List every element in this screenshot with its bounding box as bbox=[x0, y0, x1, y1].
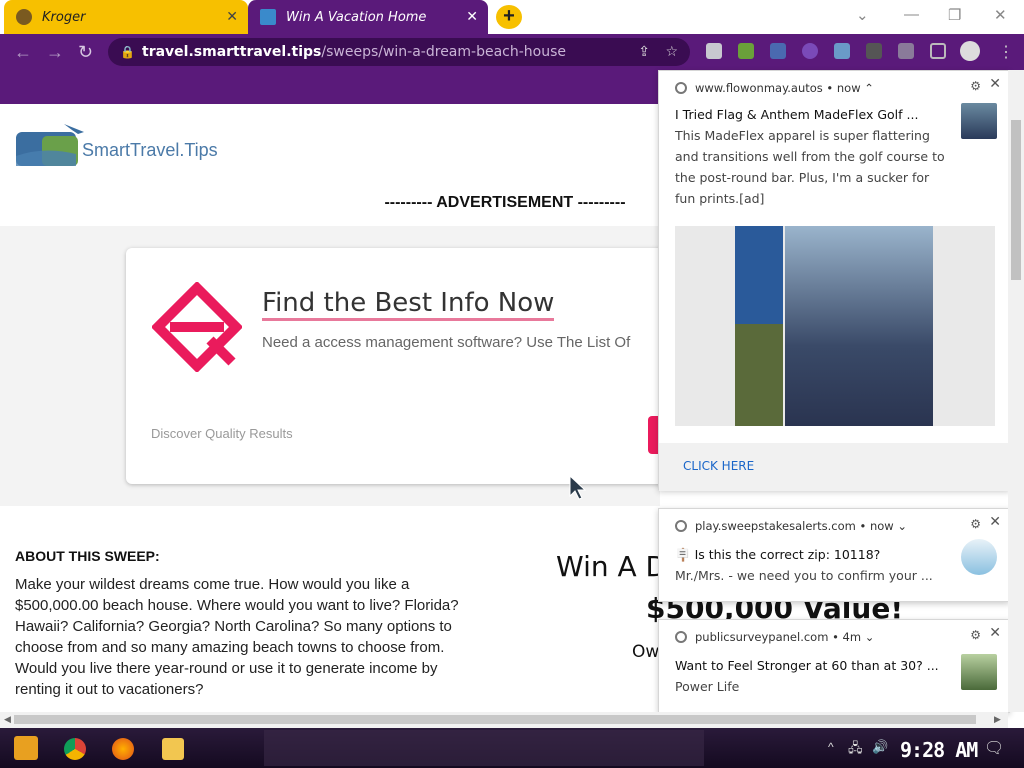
win-owner-text: Ow bbox=[632, 642, 660, 662]
taskbar-preview-area bbox=[264, 730, 704, 766]
notification-title: I Tried Flag & Anthem MadeFlex Golf ... bbox=[675, 107, 919, 122]
extension-icon[interactable] bbox=[834, 43, 850, 59]
close-icon[interactable]: ✕ bbox=[989, 76, 1001, 92]
horizontal-scroll-thumb[interactable] bbox=[14, 715, 976, 724]
extensions-puzzle-icon[interactable] bbox=[898, 43, 914, 59]
forward-icon[interactable]: → bbox=[46, 42, 64, 63]
back-icon[interactable]: ← bbox=[14, 42, 32, 63]
notification-body: Power Life bbox=[675, 679, 740, 694]
notification-flowonmay[interactable]: www.flowonmay.autos • now ⌃ ⚙ ✕ I Tried … bbox=[658, 70, 1010, 491]
click-here-button[interactable]: CLICK HERE bbox=[683, 459, 754, 473]
bookmark-star-icon[interactable]: ☆ bbox=[665, 38, 678, 66]
taskbar-clock[interactable]: 9:28 AM bbox=[900, 738, 978, 762]
notification-source: publicsurveypanel.com • 4m ⌄ bbox=[675, 630, 874, 644]
notification-title: 🪧 Is this the correct zip: 10118? bbox=[675, 547, 881, 562]
close-icon[interactable]: ✕ bbox=[989, 514, 1001, 530]
notification-source: www.flowonmay.autos • now ⌃ bbox=[675, 81, 874, 95]
url-host: travel.smarttravel.tips bbox=[142, 44, 322, 60]
about-text: Make your wildest dreams come true. How … bbox=[15, 576, 459, 698]
chrome-icon bbox=[675, 631, 687, 643]
profile-avatar-icon[interactable] bbox=[960, 41, 980, 61]
side-panel-icon[interactable] bbox=[930, 43, 946, 59]
extension-icon[interactable] bbox=[706, 43, 722, 59]
scroll-right-icon[interactable]: ▶ bbox=[994, 714, 1001, 725]
tab-label: Win A Vacation Home bbox=[286, 9, 427, 25]
url-path: /sweeps/win-a-dream-beach-house bbox=[321, 44, 566, 60]
restore-icon[interactable]: ❐ bbox=[948, 6, 961, 24]
mouse-cursor-icon bbox=[569, 474, 587, 500]
tab-strip: Kroger ✕ Win A Vacation Home ✕ + ⌄ — ❐ ✕ bbox=[0, 0, 1024, 34]
extension-icon[interactable] bbox=[738, 43, 754, 59]
close-tab-icon[interactable]: ✕ bbox=[466, 9, 478, 25]
notification-thumbnail bbox=[961, 539, 997, 575]
notification-source: play.sweepstakesalerts.com • now ⌄ bbox=[675, 519, 907, 533]
extension-icon[interactable] bbox=[802, 43, 818, 59]
address-bar[interactable]: 🔒 travel.smarttravel.tips/sweeps/win-a-d… bbox=[108, 38, 690, 66]
firefox-taskbar-icon[interactable] bbox=[112, 738, 134, 760]
signpost-icon: 🪧 bbox=[675, 547, 691, 562]
gear-icon[interactable]: ⚙ bbox=[970, 79, 981, 93]
chrome-icon bbox=[675, 520, 687, 532]
chrome-icon bbox=[675, 82, 687, 94]
notification-body: This MadeFlex apparel is super flatterin… bbox=[675, 128, 945, 206]
win-title: Win A D bbox=[556, 550, 668, 583]
gear-icon[interactable]: ⚙ bbox=[970, 517, 981, 531]
volume-icon[interactable]: 🔊 bbox=[872, 739, 888, 755]
vertical-scroll-thumb[interactable] bbox=[1011, 120, 1021, 280]
man-photo-image bbox=[785, 226, 933, 426]
extension-icon[interactable] bbox=[770, 43, 786, 59]
close-icon[interactable]: ✕ bbox=[989, 625, 1001, 641]
close-window-icon[interactable]: ✕ bbox=[994, 6, 1007, 24]
file-explorer-taskbar-icon[interactable] bbox=[162, 738, 184, 760]
chrome-taskbar-icon[interactable] bbox=[64, 738, 86, 760]
tab-win-vacation-home[interactable]: Win A Vacation Home ✕ bbox=[248, 0, 488, 34]
ad-title[interactable]: Find the Best Info Now bbox=[262, 288, 555, 321]
tab-kroger[interactable]: Kroger ✕ bbox=[4, 0, 248, 34]
show-hidden-icons-icon[interactable]: ^ bbox=[828, 740, 834, 754]
tab-search-icon[interactable]: ⌄ bbox=[856, 6, 869, 24]
start-button-icon[interactable] bbox=[14, 736, 38, 760]
ad-brand-logo-icon bbox=[152, 282, 242, 372]
scroll-left-icon[interactable]: ◀ bbox=[4, 714, 11, 725]
menu-kebab-icon[interactable]: ⋮ bbox=[998, 42, 1014, 62]
notification-publicsurveypanel[interactable]: publicsurveypanel.com • 4m ⌄ ⚙ ✕ Want to… bbox=[658, 619, 1010, 713]
notification-image bbox=[675, 226, 995, 426]
minimize-icon[interactable]: — bbox=[904, 6, 919, 23]
notification-sweepstakesalerts[interactable]: play.sweepstakesalerts.com • now ⌄ ⚙ ✕ 🪧… bbox=[658, 508, 1010, 602]
network-icon[interactable]: 🖧 bbox=[848, 739, 863, 761]
close-tab-icon[interactable]: ✕ bbox=[226, 9, 238, 25]
notification-thumbnail bbox=[961, 654, 997, 690]
kroger-favicon-icon bbox=[16, 9, 32, 25]
vacation-favicon-icon bbox=[260, 9, 276, 25]
pants-image bbox=[735, 324, 783, 426]
logo-brand-text: SmartTravel.Tips bbox=[82, 140, 218, 160]
advertisement-label: --------- ADVERTISEMENT --------- bbox=[384, 194, 626, 211]
about-heading: ABOUT THIS SWEEP: bbox=[15, 548, 160, 564]
notification-action-bar: CLICK HERE bbox=[659, 443, 1009, 491]
browser-toolbar: ← → ↻ 🔒 travel.smarttravel.tips/sweeps/w… bbox=[0, 34, 1024, 70]
tab-label: Kroger bbox=[42, 9, 86, 25]
gear-icon[interactable]: ⚙ bbox=[970, 628, 981, 642]
ad-footer-text: Discover Quality Results bbox=[151, 426, 293, 441]
extension-icon[interactable] bbox=[866, 43, 882, 59]
notifications-center-icon[interactable]: 🗨 bbox=[984, 738, 1004, 758]
site-header-bar bbox=[0, 70, 660, 104]
shirt-pattern-image bbox=[735, 226, 783, 324]
lock-icon: 🔒 bbox=[120, 45, 135, 59]
reload-icon[interactable]: ↻ bbox=[78, 42, 93, 63]
notification-title: Want to Feel Stronger at 60 than at 30? … bbox=[675, 658, 939, 673]
ad-description: Need a access management software? Use T… bbox=[262, 334, 631, 351]
notification-thumbnail bbox=[961, 103, 997, 139]
ad-card[interactable]: Find the Best Info Now Need a access man… bbox=[126, 248, 666, 484]
share-icon[interactable]: ⇪ bbox=[638, 38, 650, 66]
new-tab-button[interactable]: + bbox=[496, 5, 522, 29]
notification-body: Mr./Mrs. - we need you to confirm your .… bbox=[675, 568, 933, 583]
